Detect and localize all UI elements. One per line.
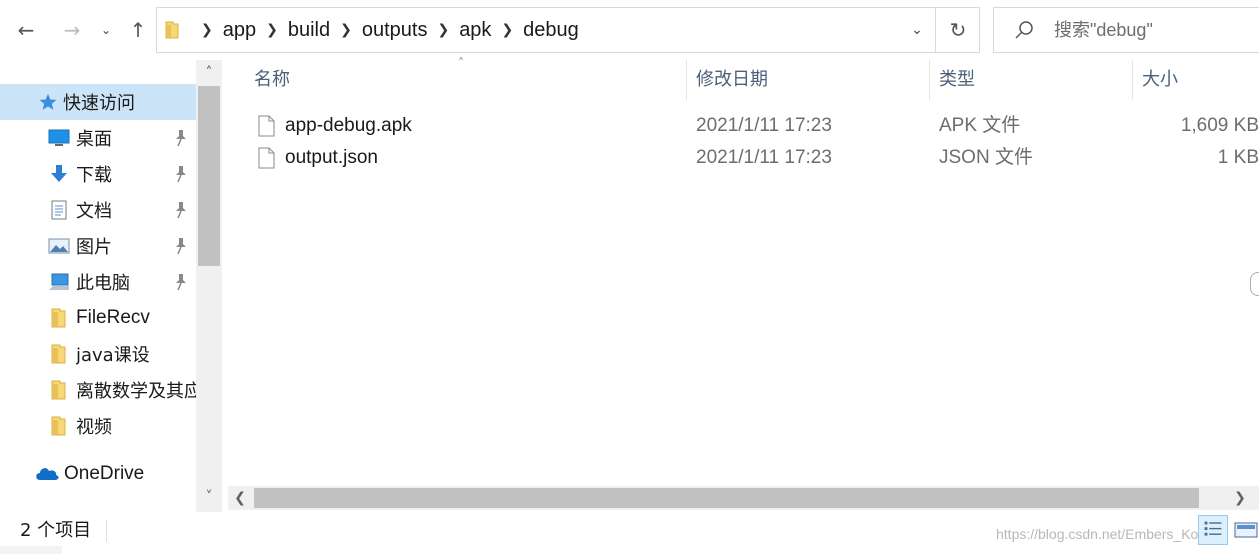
partial-element bbox=[1250, 272, 1259, 296]
breadcrumb-debug[interactable]: debug bbox=[523, 19, 579, 42]
large-icons-view-icon[interactable] bbox=[1234, 518, 1258, 542]
star-icon bbox=[39, 93, 57, 110]
search-icon bbox=[1015, 21, 1033, 39]
cloud-icon bbox=[36, 468, 59, 480]
download-icon bbox=[51, 165, 67, 182]
breadcrumb-separator-icon[interactable]: ❯ bbox=[266, 22, 278, 38]
details-view-icon[interactable] bbox=[1198, 515, 1228, 545]
breadcrumb-separator-icon[interactable]: ❯ bbox=[437, 22, 449, 38]
nav-label: 快速访问 bbox=[63, 93, 135, 114]
nav-item-downloads[interactable]: 下载 bbox=[0, 156, 196, 192]
folder-icon bbox=[51, 416, 66, 436]
breadcrumb-apk[interactable]: apk bbox=[459, 19, 491, 42]
nav-item-pictures[interactable]: 图片 bbox=[0, 228, 196, 264]
folder-icon bbox=[165, 21, 179, 39]
back-arrow-icon[interactable]: ← bbox=[10, 14, 42, 46]
forward-arrow-icon[interactable]: → bbox=[56, 14, 88, 46]
nav-label: 图片 bbox=[76, 237, 112, 258]
pin-icon[interactable] bbox=[174, 273, 188, 291]
folder-icon bbox=[51, 380, 66, 400]
nav-item-this-pc[interactable]: 此电脑 bbox=[0, 264, 196, 300]
pin-icon[interactable] bbox=[174, 237, 188, 255]
file-size: 1 KB bbox=[1217, 147, 1259, 168]
file-type: JSON 文件 bbox=[939, 147, 1033, 168]
breadcrumb-app[interactable]: app bbox=[223, 19, 256, 42]
breadcrumb-separator-icon[interactable]: ❯ bbox=[340, 22, 352, 38]
file-icon bbox=[258, 115, 275, 137]
column-divider[interactable] bbox=[686, 60, 687, 100]
up-arrow-icon[interactable]: ↑ bbox=[122, 14, 154, 46]
column-header-name[interactable]: 名称 bbox=[254, 60, 290, 100]
nav-item-filerecv[interactable]: FileRecv bbox=[0, 300, 196, 336]
nav-onedrive[interactable]: OneDrive bbox=[0, 456, 196, 492]
breadcrumb-separator-icon[interactable]: ❯ bbox=[501, 22, 513, 38]
file-row[interactable]: output.json 2021/1/11 17:23 JSON 文件 1 KB bbox=[228, 142, 1259, 174]
navigation-pane: 快速访问 桌面 下载 文档 图片 此电脑 FileRecv java课设 离散数… bbox=[0, 60, 222, 512]
scroll-down-icon[interactable]: ˅ bbox=[196, 484, 222, 510]
nav-label: java课设 bbox=[76, 345, 150, 366]
document-icon bbox=[51, 200, 67, 220]
nav-label: 此电脑 bbox=[76, 273, 130, 294]
horizontal-scrollbar[interactable]: ❮ ❯ bbox=[228, 486, 1259, 510]
nav-item-discrete-math[interactable]: 离散数学及其应 bbox=[0, 372, 196, 408]
scroll-left-icon[interactable]: ❮ bbox=[228, 486, 252, 510]
file-name: app-debug.apk bbox=[285, 115, 412, 136]
recent-locations-chevron-icon[interactable]: ⌄ bbox=[96, 14, 116, 46]
window-border bbox=[0, 546, 62, 554]
column-header-size[interactable]: 大小 bbox=[1142, 60, 1178, 100]
nav-item-videos[interactable]: 视频 bbox=[0, 408, 196, 444]
column-header-type[interactable]: 类型 bbox=[939, 60, 975, 100]
file-name: output.json bbox=[285, 147, 378, 168]
file-date: 2021/1/11 17:23 bbox=[696, 115, 832, 136]
pin-icon[interactable] bbox=[174, 165, 188, 183]
desktop-icon bbox=[48, 129, 70, 146]
nav-label: OneDrive bbox=[64, 463, 145, 484]
nav-item-documents[interactable]: 文档 bbox=[0, 192, 196, 228]
address-bar[interactable]: ❯ app ❯ build ❯ outputs ❯ apk ❯ debug ⌄ … bbox=[156, 7, 980, 53]
folder-icon bbox=[51, 308, 66, 328]
pictures-icon bbox=[48, 238, 70, 254]
file-icon bbox=[258, 147, 275, 169]
scroll-right-icon[interactable]: ❯ bbox=[1228, 486, 1252, 510]
refresh-icon[interactable]: ↻ bbox=[936, 8, 980, 52]
file-row[interactable]: app-debug.apk 2021/1/11 17:23 APK 文件 1,6… bbox=[228, 110, 1259, 142]
file-size: 1,609 KB bbox=[1180, 115, 1259, 136]
breadcrumb: ❯ app ❯ build ❯ outputs ❯ apk ❯ debug bbox=[191, 8, 579, 52]
search-placeholder[interactable]: 搜索"debug" bbox=[1054, 8, 1153, 52]
file-date: 2021/1/11 17:23 bbox=[696, 147, 832, 168]
nav-item-desktop[interactable]: 桌面 bbox=[0, 120, 196, 156]
item-count: 2 个项目 bbox=[20, 520, 92, 541]
status-bar: 2 个项目 https://blog.csdn.net/Embers_Kong bbox=[0, 512, 1259, 554]
file-type: APK 文件 bbox=[939, 115, 1021, 136]
watermark: https://blog.csdn.net/Embers_Kong bbox=[996, 526, 1214, 542]
scroll-up-icon[interactable]: ˄ bbox=[196, 60, 222, 86]
computer-icon bbox=[49, 273, 69, 290]
pin-icon[interactable] bbox=[174, 201, 188, 219]
column-header-date[interactable]: 修改日期 bbox=[696, 60, 768, 100]
divider bbox=[106, 520, 107, 542]
nav-label: 离散数学及其应 bbox=[76, 381, 196, 402]
nav-label: 下载 bbox=[76, 165, 112, 186]
pin-icon[interactable] bbox=[174, 129, 188, 147]
breadcrumb-build[interactable]: build bbox=[288, 19, 330, 42]
nav-item-java[interactable]: java课设 bbox=[0, 336, 196, 372]
file-list: ˄ 名称 修改日期 类型 大小 app-debug.apk 2021/1/11 … bbox=[228, 56, 1259, 486]
folder-icon bbox=[51, 344, 66, 364]
address-dropdown-chevron-icon[interactable]: ⌄ bbox=[899, 8, 935, 52]
nav-scrollbar[interactable]: ˄ ˅ bbox=[196, 60, 222, 512]
search-box[interactable]: 搜索"debug" bbox=[993, 7, 1259, 53]
column-divider[interactable] bbox=[1132, 60, 1133, 100]
scroll-thumb[interactable] bbox=[254, 488, 1199, 508]
nav-quick-access[interactable]: 快速访问 bbox=[0, 84, 196, 120]
nav-label: 文档 bbox=[76, 201, 112, 222]
breadcrumb-outputs[interactable]: outputs bbox=[362, 19, 428, 42]
nav-label: 桌面 bbox=[76, 129, 112, 150]
scroll-thumb[interactable] bbox=[198, 86, 220, 266]
sort-ascending-icon: ˄ bbox=[458, 56, 464, 70]
column-divider[interactable] bbox=[929, 60, 930, 100]
breadcrumb-separator-icon[interactable]: ❯ bbox=[201, 22, 213, 38]
nav-label: FileRecv bbox=[76, 307, 150, 328]
nav-label: 视频 bbox=[76, 417, 112, 438]
